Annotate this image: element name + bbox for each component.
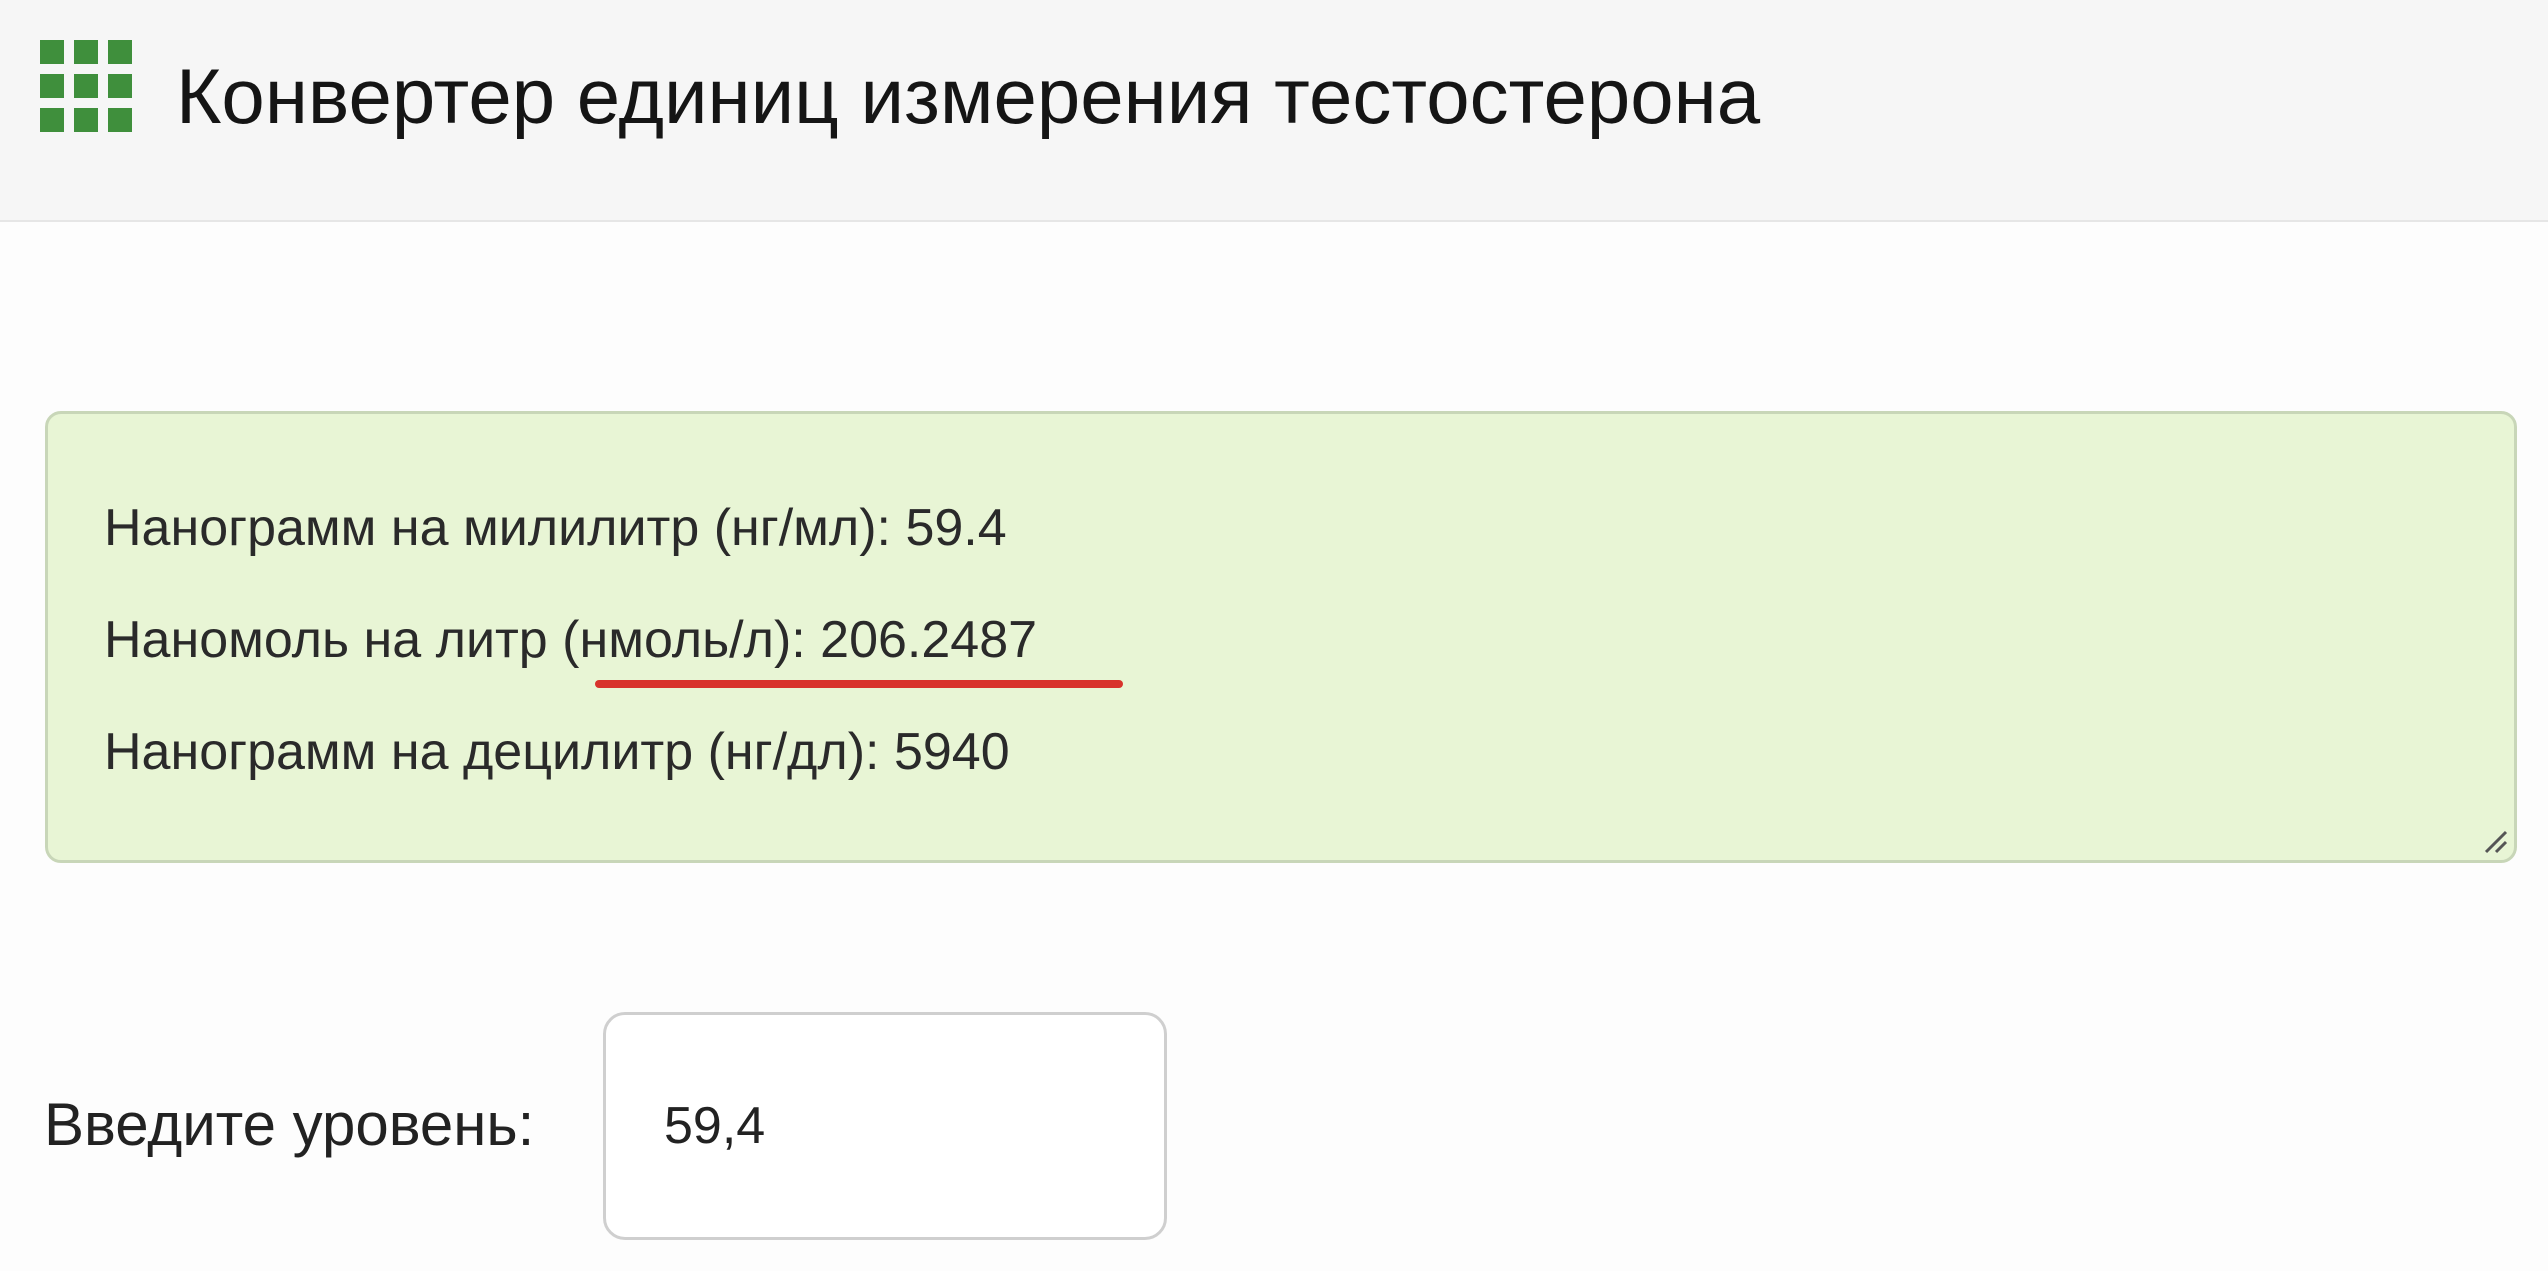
result-line-nmol-l: Наномоль на литр (нмоль/л): 206.2487 bbox=[104, 611, 1038, 669]
level-input[interactable] bbox=[603, 1012, 1167, 1240]
resize-handle-icon[interactable] bbox=[2480, 826, 2508, 854]
page-header: Конвертер единиц измерения тестостерона bbox=[0, 0, 2548, 222]
result-line-ng-ml: Нанограмм на милилитр (нг/мл): 59.4 bbox=[104, 499, 1007, 557]
highlight-underline bbox=[595, 680, 1123, 688]
grid-menu-icon[interactable] bbox=[40, 40, 132, 132]
result-textarea[interactable]: Нанограмм на милилитр (нг/мл): 59.4 Нано… bbox=[45, 411, 2517, 863]
result-line-ng-dl: Нанограмм на децилитр (нг/дл): 5940 bbox=[104, 723, 1010, 781]
level-label: Введите уровень: bbox=[44, 1091, 535, 1158]
page-title: Конвертер единиц измерения тестостерона bbox=[176, 52, 1761, 140]
